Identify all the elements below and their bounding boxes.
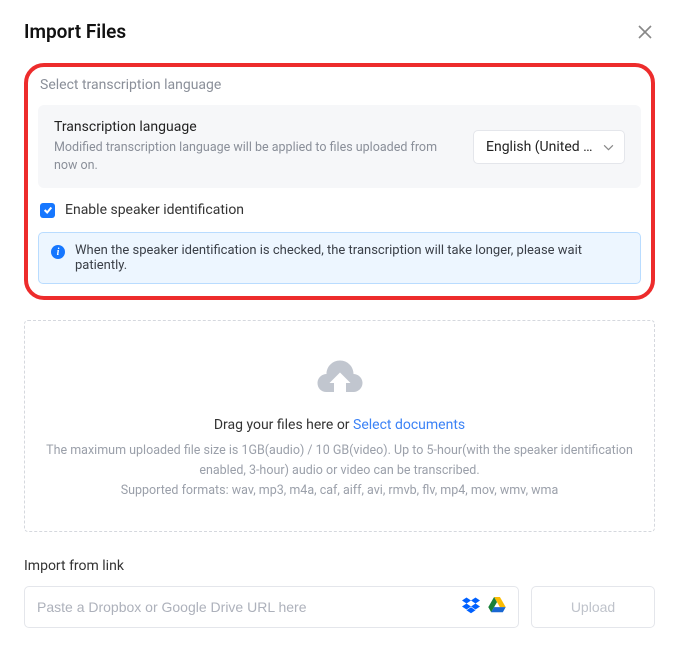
chevron-down-icon — [603, 139, 614, 155]
language-title: Transcription language — [54, 119, 457, 135]
upload-button[interactable]: Upload — [531, 586, 655, 628]
modal-title: Import Files — [24, 20, 126, 43]
select-documents-link[interactable]: Select documents — [353, 417, 465, 433]
modal-header: Import Files — [24, 20, 655, 43]
import-link-row: Upload — [24, 586, 655, 628]
dropzone-info: The maximum uploaded file size is 1GB(au… — [45, 441, 634, 501]
transcription-settings-highlight: Select transcription language Transcript… — [24, 63, 655, 300]
language-select-value: English (United S... — [486, 139, 597, 155]
speaker-id-label: Enable speaker identification — [65, 202, 244, 218]
section-label: Select transcription language — [38, 77, 641, 93]
info-icon: i — [51, 245, 65, 259]
check-icon — [43, 205, 53, 215]
info-text: When the speaker identification is check… — [75, 243, 628, 273]
google-drive-icon — [488, 597, 506, 617]
speaker-id-checkbox[interactable] — [40, 203, 55, 218]
speaker-id-row: Enable speaker identification — [38, 202, 641, 218]
dropzone-text: Drag your files here or Select documents — [45, 417, 634, 433]
language-select[interactable]: English (United S... — [473, 130, 625, 164]
upload-cloud-icon — [45, 355, 634, 399]
dropbox-icon — [462, 596, 480, 618]
language-subtitle: Modified transcription language will be … — [54, 139, 457, 174]
import-link-label: Import from link — [24, 558, 655, 574]
import-files-modal: Import Files Select transcription langua… — [0, 0, 679, 648]
url-input-container — [24, 586, 519, 628]
info-banner: i When the speaker identification is che… — [38, 232, 641, 284]
close-button[interactable] — [635, 22, 655, 42]
language-box: Transcription language Modified transcri… — [38, 105, 641, 188]
file-dropzone[interactable]: Drag your files here or Select documents… — [24, 320, 655, 532]
close-icon — [638, 25, 652, 39]
url-input[interactable] — [37, 587, 462, 627]
